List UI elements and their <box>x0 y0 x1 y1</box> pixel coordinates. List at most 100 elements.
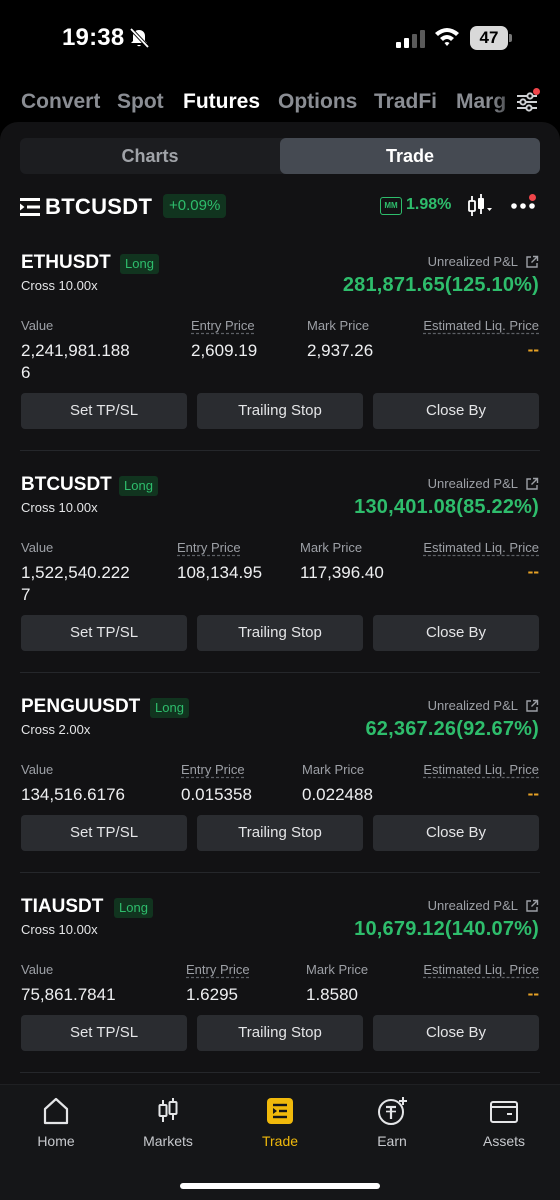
trailing-stop-button[interactable]: Trailing Stop <box>197 615 363 651</box>
close-by-button[interactable]: Close By <box>373 393 539 429</box>
tether-coin-icon <box>378 1097 407 1125</box>
product-tabs: Convert Spot Futures Options TradFi Marg <box>0 84 560 120</box>
liq-price-value: -- <box>527 340 539 359</box>
trade-icon <box>267 1098 293 1124</box>
symbol-menu-icon[interactable] <box>20 198 40 216</box>
position-value-line1: 2,241,981.188 <box>21 341 130 360</box>
notification-dot <box>533 88 540 95</box>
liq-price-label: Estimated Liq. Price <box>423 962 539 977</box>
position-margin-mode: Cross 10.00x <box>21 922 98 937</box>
set-tpsl-button[interactable]: Set TP/SL <box>21 615 187 651</box>
divider <box>20 1072 540 1073</box>
position-side-badge: Long <box>114 898 153 918</box>
divider <box>20 872 540 873</box>
nav-assets[interactable]: Assets <box>448 1095 560 1149</box>
position-margin-mode: Cross 2.00x <box>21 722 91 737</box>
charts-trade-toggle: Charts Trade <box>20 138 540 174</box>
more-notification-dot <box>529 194 536 201</box>
unrealized-pnl-value: 130,401.08(85.22%) <box>354 496 539 518</box>
candlestick-icon <box>158 1098 178 1122</box>
trade-tab[interactable]: Trade <box>280 138 540 174</box>
position-value-line2: 7 <box>21 585 31 604</box>
share-icon[interactable] <box>525 699 539 713</box>
nav-earn-label: Earn <box>377 1133 407 1149</box>
mark-price-value: 1.8580 <box>306 985 358 1004</box>
liq-price-value: -- <box>527 984 539 1003</box>
position-symbol[interactable]: BTCUSDT <box>21 474 112 496</box>
charts-tab[interactable]: Charts <box>20 138 280 174</box>
nav-markets[interactable]: Markets <box>112 1095 224 1149</box>
set-tpsl-button[interactable]: Set TP/SL <box>21 393 187 429</box>
mark-price-label: Mark Price <box>306 962 369 977</box>
liq-price-value: -- <box>527 784 539 803</box>
unrealized-pnl-value: 10,679.12(140.07%) <box>354 918 539 940</box>
liq-price-label: Estimated Liq. Price <box>423 318 539 333</box>
share-icon[interactable] <box>525 477 539 491</box>
nav-markets-label: Markets <box>143 1133 193 1149</box>
entry-price-label: Entry Price <box>186 962 250 977</box>
position-margin-mode: Cross 10.00x <box>21 500 98 515</box>
position-side-badge: Long <box>120 254 159 274</box>
close-by-button[interactable]: Close By <box>373 815 539 851</box>
mm-badge[interactable]: MM <box>380 197 402 215</box>
symbol-name[interactable]: BTCUSDT <box>45 194 152 220</box>
value-label: Value <box>21 762 54 777</box>
entry-price-value: 108,134.95 <box>177 563 263 582</box>
wifi-icon <box>435 28 459 46</box>
position-symbol[interactable]: PENGUUSDT <box>21 696 140 718</box>
mark-price-label: Mark Price <box>302 762 365 777</box>
nav-earn[interactable]: Earn <box>336 1095 448 1149</box>
liq-price-value: -- <box>527 562 539 581</box>
bell-muted-icon <box>129 27 150 49</box>
candlestick-chart-icon[interactable] <box>467 194 493 218</box>
position-value-line1: 1,522,540.222 <box>21 563 130 582</box>
unrealized-pnl-label: Unrealized P&L <box>427 898 518 913</box>
unrealized-pnl-label: Unrealized P&L <box>427 476 518 491</box>
tab-spot[interactable]: Spot <box>117 90 164 114</box>
value-label: Value <box>21 318 54 333</box>
mark-price-label: Mark Price <box>307 318 370 333</box>
position-value-line2: 6 <box>21 363 31 382</box>
position-symbol[interactable]: ETHUSDT <box>21 252 111 274</box>
close-by-button[interactable]: Close By <box>373 615 539 651</box>
position-card: BTCUSDT Long Cross 10.00x Unrealized P&L… <box>0 474 560 664</box>
tab-convert[interactable]: Convert <box>21 90 100 114</box>
share-icon[interactable] <box>525 899 539 913</box>
mm-ratio[interactable]: 1.98% <box>406 196 451 214</box>
entry-price-label: Entry Price <box>191 318 255 333</box>
entry-price-value: 1.6295 <box>186 985 238 1004</box>
position-margin-mode: Cross 10.00x <box>21 278 98 293</box>
position-symbol[interactable]: TIAUSDT <box>21 896 103 918</box>
entry-price-label: Entry Price <box>177 540 241 555</box>
nav-trade[interactable]: Trade <box>224 1095 336 1149</box>
position-value: 134,516.6176 <box>21 784 125 806</box>
position-card: TIAUSDT Long Cross 10.00x Unrealized P&L… <box>0 896 560 1066</box>
position-value-line1: 75,861.7841 <box>21 985 116 1004</box>
set-tpsl-button[interactable]: Set TP/SL <box>21 1015 187 1051</box>
share-icon[interactable] <box>525 255 539 269</box>
position-card: ETHUSDT Long Cross 10.00x Unrealized P&L… <box>0 252 560 442</box>
trailing-stop-button[interactable]: Trailing Stop <box>197 815 363 851</box>
entry-price-value: 2,609.19 <box>191 341 258 360</box>
nav-home[interactable]: Home <box>0 1095 112 1149</box>
nav-home-label: Home <box>37 1133 75 1149</box>
position-value: 75,861.7841 <box>21 984 116 1006</box>
position-side-badge: Long <box>150 698 189 718</box>
liq-price-label: Estimated Liq. Price <box>423 762 539 777</box>
value-label: Value <box>21 962 54 977</box>
close-by-button[interactable]: Close By <box>373 1015 539 1051</box>
tab-tradfi[interactable]: TradFi <box>374 90 437 114</box>
tab-futures[interactable]: Futures <box>183 90 260 114</box>
home-indicator <box>180 1183 380 1189</box>
tab-options[interactable]: Options <box>278 90 357 114</box>
position-side-badge: Long <box>119 476 158 496</box>
entry-price-value: 0.015358 <box>181 785 252 804</box>
divider <box>20 672 540 673</box>
trailing-stop-button[interactable]: Trailing Stop <box>197 1015 363 1051</box>
trailing-stop-button[interactable]: Trailing Stop <box>197 393 363 429</box>
set-tpsl-button[interactable]: Set TP/SL <box>21 815 187 851</box>
position-value: 1,522,540.222 7 <box>21 562 130 606</box>
more-icon[interactable] <box>510 202 536 210</box>
cellular-signal-icon <box>396 30 425 48</box>
liq-price-label: Estimated Liq. Price <box>423 540 539 555</box>
